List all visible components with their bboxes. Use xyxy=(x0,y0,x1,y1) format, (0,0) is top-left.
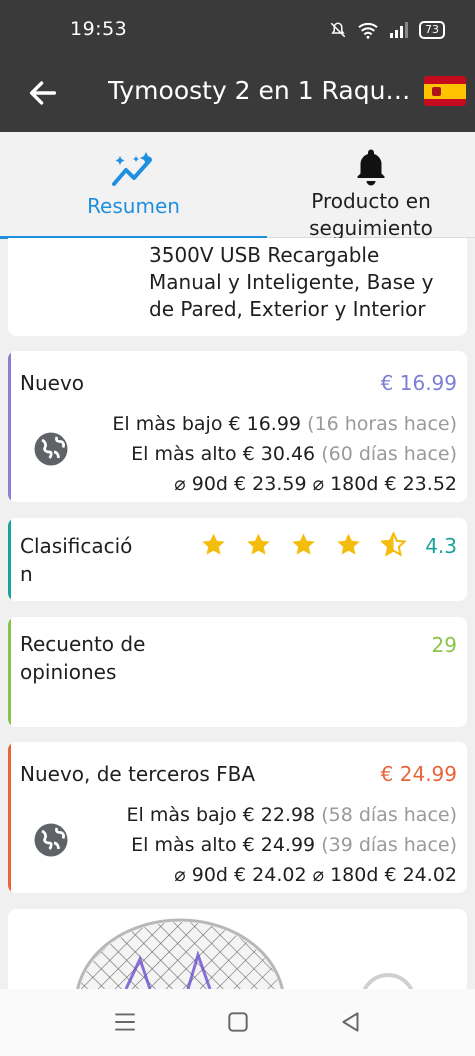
globe-icon[interactable] xyxy=(33,431,69,467)
rating-label: Clasificación xyxy=(20,534,133,586)
back-arrow-icon[interactable] xyxy=(26,76,60,110)
fba-lowest-row: El màs bajo € 22.98 (58 días hace) xyxy=(126,804,457,826)
rating-card[interactable]: Clasificación 4.3 xyxy=(8,518,467,601)
nuevo-highest-row: El màs alto € 30.46 (60 días hace) xyxy=(131,443,457,465)
menu-icon[interactable] xyxy=(112,1009,138,1035)
nuevo-lowest-row: El màs bajo € 16.99 (16 horas hace) xyxy=(112,413,457,435)
tab-producto-seguimiento[interactable]: Producto en seguimiento xyxy=(267,132,475,240)
review-count-label: Recuento de opiniones xyxy=(20,632,146,684)
star-rating xyxy=(201,532,406,557)
card-accent-bar xyxy=(8,742,11,893)
product-description: 3500V USB Recargable Manual y Inteligent… xyxy=(149,243,434,321)
nuevo-average-row: ⌀ 90d € 23.59 ⌀ 180d € 23.52 xyxy=(174,473,457,495)
star-full-icon xyxy=(337,533,360,555)
rating-value: 4.3 xyxy=(425,534,457,558)
trend-sparkle-icon xyxy=(111,152,152,186)
review-count-card[interactable]: Recuento de opiniones 29 xyxy=(8,617,467,727)
fba-highest-row: El màs alto € 24.99 (39 días hace) xyxy=(131,834,457,856)
fba-average-row: ⌀ 90d € 24.02 ⌀ 180d € 24.02 xyxy=(174,864,457,886)
battery-icon: 73 xyxy=(419,21,445,39)
review-count-value: 29 xyxy=(431,633,457,657)
tab-bar: Resumen Producto en seguimiento xyxy=(0,132,475,240)
product-image xyxy=(76,918,414,989)
nuevo-price: € 16.99 xyxy=(380,371,457,395)
spain-flag-icon[interactable] xyxy=(424,76,466,106)
app-bar: Tymoosty 2 en 1 Raquet de Matamoscas Elé… xyxy=(0,60,475,132)
star-full-icon xyxy=(202,533,225,555)
back-triangle-icon[interactable] xyxy=(338,1009,364,1035)
product-image-card[interactable] xyxy=(8,909,467,989)
status-bar: 19:53 73 xyxy=(0,0,475,60)
bell-icon xyxy=(357,149,385,186)
signal-icon xyxy=(390,22,408,38)
globe-icon[interactable] xyxy=(33,822,69,858)
star-full-icon xyxy=(247,533,270,555)
price-card-fba[interactable]: Nuevo, de terceros FBA € 24.99 El màs ba… xyxy=(8,742,467,893)
system-nav-bar xyxy=(0,989,475,1056)
tab-resumen[interactable]: Resumen xyxy=(0,132,267,239)
tab-resumen-label: Resumen xyxy=(87,194,180,218)
home-icon[interactable] xyxy=(225,1009,251,1035)
price-card-nuevo[interactable]: Nuevo € 16.99 El màs bajo € 16.99 (16 ho… xyxy=(8,351,467,502)
app-title: Tymoosty 2 en 1 Raquet de Matamoscas Elé… xyxy=(108,76,413,105)
fba-label: Nuevo, de terceros FBA xyxy=(20,762,256,786)
tab-seguimiento-label: Producto en seguimiento xyxy=(309,189,433,240)
status-icons: 73 xyxy=(329,18,445,42)
card-accent-bar xyxy=(8,518,11,601)
fba-price: € 24.99 xyxy=(380,762,457,786)
star-full-icon xyxy=(292,533,315,555)
card-accent-bar xyxy=(8,351,11,502)
star-half-icon xyxy=(381,532,406,557)
product-description-card: 3500V USB Recargable Manual y Inteligent… xyxy=(8,238,467,336)
wifi-icon xyxy=(358,22,378,39)
mute-icon xyxy=(330,22,346,38)
card-accent-bar xyxy=(8,617,11,727)
status-time: 19:53 xyxy=(70,18,128,40)
nuevo-label: Nuevo xyxy=(20,371,85,395)
